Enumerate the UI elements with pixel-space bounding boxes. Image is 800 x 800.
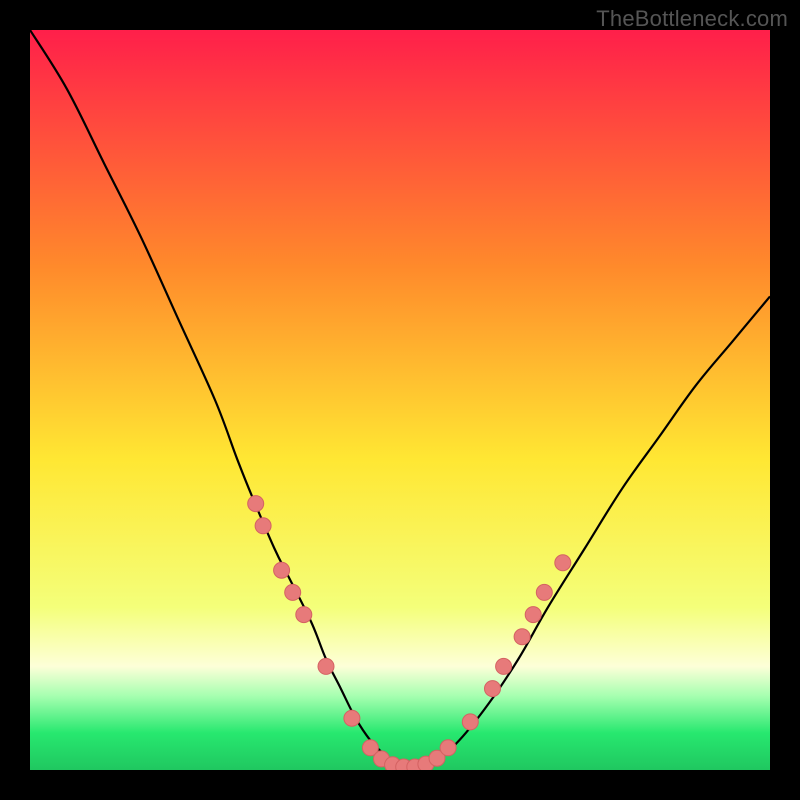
curve-marker (248, 496, 264, 512)
curve-marker (496, 658, 512, 674)
curve-marker (485, 681, 501, 697)
curve-marker (536, 584, 552, 600)
plot-area (30, 30, 770, 770)
curve-marker (296, 607, 312, 623)
curve-marker (514, 629, 530, 645)
watermark-text: TheBottleneck.com (596, 6, 788, 32)
curve-marker (462, 714, 478, 730)
curve-marker (344, 710, 360, 726)
curve-marker (274, 562, 290, 578)
curve-marker (440, 740, 456, 756)
curve-marker (285, 584, 301, 600)
curve-marker (255, 518, 271, 534)
curve-marker (555, 555, 571, 571)
gradient-background (30, 30, 770, 770)
chart-frame: TheBottleneck.com (0, 0, 800, 800)
bottleneck-chart (30, 30, 770, 770)
curve-marker (318, 658, 334, 674)
curve-marker (525, 607, 541, 623)
